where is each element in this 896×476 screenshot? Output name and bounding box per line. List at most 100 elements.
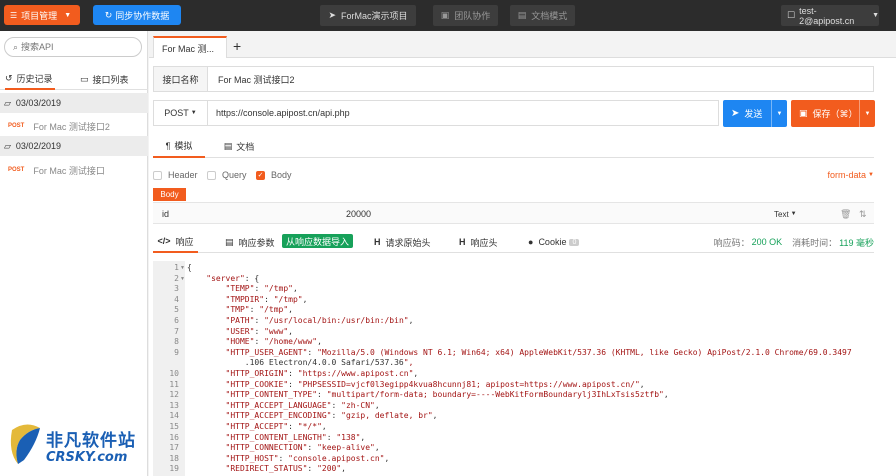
sort-icon[interactable]: ⇅	[859, 203, 867, 225]
line-number: 8	[174, 337, 179, 347]
tab-raw-headers[interactable]: H 请求原始头	[374, 231, 431, 253]
api-name-label: 接口名称	[154, 67, 208, 91]
line-number: 18	[169, 453, 179, 463]
code-line: "HTTP_COOKIE": "PHPSESSID=vjcf0l3egipp4k…	[225, 379, 645, 389]
code-line: "REDIRECT_STATUS": "200",	[225, 464, 346, 474]
line-number: 14	[169, 411, 179, 421]
param-row: id 20000 Text ▼ 🗑 ⇅	[153, 202, 874, 224]
history-item[interactable]: POST For Mac 测试接口	[0, 160, 148, 180]
tab-mock[interactable]: ¶ 模拟	[153, 135, 205, 158]
code-line: "HOME": "/home/www",	[225, 337, 322, 347]
sync-button[interactable]: ↻ 同步协作数据	[93, 5, 181, 25]
header-option[interactable]: Header	[153, 167, 198, 183]
tab-history-label: 历史记录	[16, 73, 53, 84]
url-input[interactable]	[208, 101, 718, 125]
param-type-select[interactable]: Text ▼	[774, 203, 797, 225]
send-button[interactable]: ➤ 发送 ▼	[723, 100, 787, 127]
method-select[interactable]: POST ▼	[154, 101, 208, 125]
param-key[interactable]: id	[162, 203, 169, 225]
line-number: 15	[169, 422, 179, 431]
search-icon: ⌕	[13, 41, 19, 52]
api-name-input[interactable]	[208, 67, 873, 91]
api-name-row: 接口名称	[153, 66, 874, 92]
fold-toggle-icon[interactable]: ▼	[180, 265, 185, 271]
user-icon: ☐	[787, 10, 796, 20]
team-collab-button[interactable]: ▣ 团队协作	[433, 5, 498, 26]
history-icon: ↺	[5, 72, 13, 83]
body-checkbox[interactable]: ✓	[256, 170, 265, 180]
line-number: 11	[169, 379, 179, 389]
tab-response-headers[interactable]: H 响应头	[459, 231, 498, 253]
user-menu-button[interactable]: ☐ test-2@apipost.cn ▼	[781, 5, 879, 26]
fold-toggle-icon[interactable]: ▼	[180, 276, 185, 282]
save-button[interactable]: ▣ 保存（⌘） ▼	[791, 100, 875, 127]
tab-response-params-label: 响应参数	[238, 237, 275, 248]
line-number: 17	[169, 443, 179, 453]
doc-mode-label: 文档模式	[531, 11, 568, 21]
team-collab-label: 团队协作	[454, 11, 491, 21]
save-label: 保存（⌘）	[812, 109, 858, 119]
body-label: Body	[271, 170, 292, 180]
elapsed-time-label: 消耗时间：	[792, 237, 838, 248]
line-number: 2	[174, 273, 179, 283]
line-number: 5	[174, 305, 179, 315]
request-tab-bar: For Mac 测... +	[149, 31, 896, 58]
chevron-down-icon[interactable]: ▼	[859, 100, 875, 127]
search-box[interactable]: ⌕	[4, 37, 142, 57]
save-icon: ▣	[799, 108, 808, 118]
tab-response[interactable]: </> 响应	[153, 231, 198, 253]
add-tab-icon[interactable]: +	[233, 38, 241, 54]
code-line: "HTTP_ACCEPT": "*/*",	[225, 422, 327, 431]
status-code-value: 200 OK	[751, 237, 783, 247]
project-title-button[interactable]: ➤ ForMac演示项目	[320, 5, 416, 26]
folder-open-icon: ▱	[4, 97, 11, 108]
body-option[interactable]: ✓ Body	[256, 167, 292, 183]
search-input[interactable]	[21, 42, 132, 52]
sidebar: ⌕ ↺ 历史记录 ▭ 接口列表 ▱ 03/03/2019 POST For Ma…	[0, 31, 148, 476]
header-checkbox[interactable]	[153, 170, 162, 180]
code-line: "HTTP_USER_AGENT": "Mozilla/5.0 (Windows…	[225, 347, 852, 357]
query-option[interactable]: Query	[207, 167, 247, 183]
history-item[interactable]: POST For Mac 测试接口2	[0, 116, 148, 136]
crsky-logo-icon	[10, 424, 40, 464]
response-code-viewer[interactable]: 1 ▼ 2 ▼ 3 4 5 6 7 8 9 10 11 12 13 14 15 16 17 18 19 { "serve…	[153, 261, 891, 476]
mode-tabs: ¶ 模拟 ▤ 文档	[153, 135, 874, 158]
tab-history[interactable]: ↺ 历史记录	[5, 68, 55, 90]
tab-cookie[interactable]: ● Cookie 0	[528, 231, 580, 253]
project-manage-button[interactable]: ☰ 项目管理 ▼	[4, 5, 80, 25]
history-date-group[interactable]: ▱ 03/02/2019	[0, 136, 148, 156]
document-icon: ▤	[223, 141, 233, 151]
tab-doc-label: 文档	[236, 142, 255, 152]
code-line: "HTTP_CONNECTION": "keep-alive",	[225, 443, 380, 453]
line-number: 10	[169, 369, 179, 378]
watermark: 非凡软件站 CRSKY.com	[6, 420, 156, 470]
chevron-down-icon: ▼	[872, 12, 879, 19]
param-value[interactable]: 20000	[346, 203, 371, 225]
tab-api-list[interactable]: ▭ 接口列表	[80, 68, 130, 90]
send-label: 发送	[744, 109, 763, 119]
tab-response-params[interactable]: ▤ 响应参数	[225, 231, 275, 253]
query-label: Query	[222, 170, 247, 180]
line-number: 9	[174, 347, 179, 357]
options-row: Header Query ✓ Body form-data ▼	[153, 167, 874, 183]
request-tab[interactable]: For Mac 测...	[153, 36, 227, 58]
paragraph-icon: ¶	[165, 140, 171, 151]
code-line: "PATH": "/usr/local/bin:/usr/bin:/bin",	[225, 316, 414, 325]
folder-icon: ▭	[80, 73, 89, 84]
cookie-icon: ●	[528, 237, 534, 247]
query-checkbox[interactable]	[207, 170, 216, 180]
line-number: 4	[174, 294, 179, 304]
param-type-value: Text	[774, 209, 789, 219]
code-line: "HTTP_ACCEPT_LANGUAGE": "zh-CN",	[225, 400, 380, 410]
trash-icon[interactable]: 🗑	[840, 203, 851, 225]
elapsed-time-value: 119 毫秒	[839, 237, 874, 248]
import-from-response-button[interactable]: 从响应数据导入	[282, 234, 354, 248]
chevron-down-icon: ▼	[790, 211, 797, 217]
history-date-group[interactable]: ▱ 03/03/2019	[0, 93, 148, 113]
body-type-select[interactable]: form-data ▼	[828, 167, 874, 183]
history-item-name: For Mac 测试接口	[33, 165, 105, 176]
tab-mock-label: 模拟	[174, 141, 193, 151]
doc-mode-button[interactable]: ▤ 文档模式	[510, 5, 575, 26]
tab-doc[interactable]: ▤ 文档	[219, 135, 259, 158]
chevron-down-icon[interactable]: ▼	[771, 100, 787, 127]
